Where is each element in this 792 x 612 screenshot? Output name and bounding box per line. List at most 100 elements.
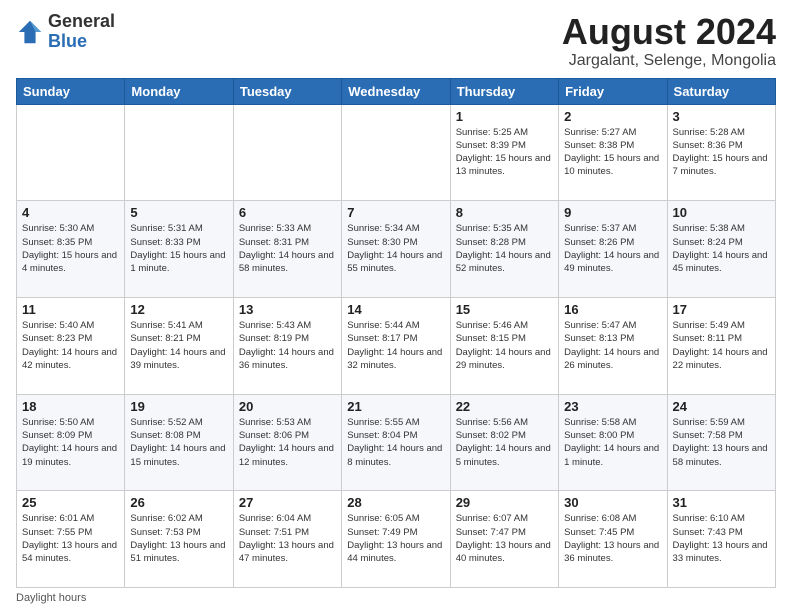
calendar-cell: 26 Sunrise: 6:02 AM Sunset: 7:53 PM Dayli… (125, 491, 233, 588)
day-info: Sunrise: 5:38 AM Sunset: 8:24 PM Dayligh… (673, 222, 770, 275)
day-number: 24 (673, 399, 770, 414)
day-number: 10 (673, 205, 770, 220)
day-info: Sunrise: 5:41 AM Sunset: 8:21 PM Dayligh… (130, 319, 227, 372)
title-block: August 2024 Jargalant, Selenge, Mongolia (562, 12, 776, 70)
calendar-cell: 14 Sunrise: 5:44 AM Sunset: 8:17 PM Dayli… (342, 297, 450, 394)
day-info: Sunrise: 5:46 AM Sunset: 8:15 PM Dayligh… (456, 319, 553, 372)
day-info: Sunrise: 6:10 AM Sunset: 7:43 PM Dayligh… (673, 512, 770, 565)
day-info: Sunrise: 5:30 AM Sunset: 8:35 PM Dayligh… (22, 222, 119, 275)
calendar-cell: 7 Sunrise: 5:34 AM Sunset: 8:30 PM Daylig… (342, 201, 450, 298)
calendar-week-1: 1 Sunrise: 5:25 AM Sunset: 8:39 PM Daylig… (17, 104, 776, 201)
calendar-cell: 12 Sunrise: 5:41 AM Sunset: 8:21 PM Dayli… (125, 297, 233, 394)
weekday-header-saturday: Saturday (667, 78, 775, 104)
calendar-cell (342, 104, 450, 201)
page: General Blue August 2024 Jargalant, Sele… (0, 0, 792, 612)
day-number: 18 (22, 399, 119, 414)
day-number: 19 (130, 399, 227, 414)
day-info: Sunrise: 6:04 AM Sunset: 7:51 PM Dayligh… (239, 512, 336, 565)
day-number: 16 (564, 302, 661, 317)
day-info: Sunrise: 5:52 AM Sunset: 8:08 PM Dayligh… (130, 416, 227, 469)
day-number: 11 (22, 302, 119, 317)
day-info: Sunrise: 5:33 AM Sunset: 8:31 PM Dayligh… (239, 222, 336, 275)
day-info: Sunrise: 5:49 AM Sunset: 8:11 PM Dayligh… (673, 319, 770, 372)
calendar-cell: 9 Sunrise: 5:37 AM Sunset: 8:26 PM Daylig… (559, 201, 667, 298)
day-number: 8 (456, 205, 553, 220)
logo-general: General (48, 12, 115, 32)
day-info: Sunrise: 5:59 AM Sunset: 7:58 PM Dayligh… (673, 416, 770, 469)
calendar-cell: 18Sunrise: 5:50 AM Sunset: 8:09 PM Dayli… (17, 394, 125, 491)
calendar-cell: 17Sunrise: 5:49 AM Sunset: 8:11 PM Dayli… (667, 297, 775, 394)
day-number: 14 (347, 302, 444, 317)
day-info: Sunrise: 5:44 AM Sunset: 8:17 PM Dayligh… (347, 319, 444, 372)
weekday-header-wednesday: Wednesday (342, 78, 450, 104)
day-info: Sunrise: 5:25 AM Sunset: 8:39 PM Dayligh… (456, 126, 553, 179)
day-info: Sunrise: 5:27 AM Sunset: 8:38 PM Dayligh… (564, 126, 661, 179)
weekday-header-row: SundayMondayTuesdayWednesdayThursdayFrid… (17, 78, 776, 104)
weekday-header-friday: Friday (559, 78, 667, 104)
day-number: 30 (564, 495, 661, 510)
day-info: Sunrise: 6:07 AM Sunset: 7:47 PM Dayligh… (456, 512, 553, 565)
calendar-cell: 3Sunrise: 5:28 AM Sunset: 8:36 PM Daylig… (667, 104, 775, 201)
day-info: Sunrise: 6:02 AM Sunset: 7:53 PM Dayligh… (130, 512, 227, 565)
day-info: Sunrise: 6:05 AM Sunset: 7:49 PM Dayligh… (347, 512, 444, 565)
month-year: August 2024 (562, 12, 776, 52)
location: Jargalant, Selenge, Mongolia (562, 52, 776, 70)
calendar-cell: 16 Sunrise: 5:47 AM Sunset: 8:13 PM Dayli… (559, 297, 667, 394)
weekday-header-sunday: Sunday (17, 78, 125, 104)
day-number: 26 (130, 495, 227, 510)
day-info: Sunrise: 5:55 AM Sunset: 8:04 PM Dayligh… (347, 416, 444, 469)
weekday-header-monday: Monday (125, 78, 233, 104)
day-number: 6 (239, 205, 336, 220)
calendar-cell (233, 104, 341, 201)
weekday-header-thursday: Thursday (450, 78, 558, 104)
day-number: 7 (347, 205, 444, 220)
day-number: 4 (22, 205, 119, 220)
day-number: 25 (22, 495, 119, 510)
logo-text: General Blue (48, 12, 115, 52)
calendar-cell: 10 Sunrise: 5:38 AM Sunset: 8:24 PM Dayli… (667, 201, 775, 298)
calendar-week-3: 11 Sunrise: 5:40 AM Sunset: 8:23 PM Dayli… (17, 297, 776, 394)
calendar-cell: 30Sunrise: 6:08 AM Sunset: 7:45 PM Dayli… (559, 491, 667, 588)
day-info: Sunrise: 5:58 AM Sunset: 8:00 PM Dayligh… (564, 416, 661, 469)
day-info: Sunrise: 5:40 AM Sunset: 8:23 PM Dayligh… (22, 319, 119, 372)
calendar-cell: 21 Sunrise: 5:55 AM Sunset: 8:04 PM Dayli… (342, 394, 450, 491)
day-number: 22 (456, 399, 553, 414)
day-number: 5 (130, 205, 227, 220)
logo-icon (16, 18, 44, 46)
calendar-cell: 24 Sunrise: 5:59 AM Sunset: 7:58 PM Dayli… (667, 394, 775, 491)
day-number: 27 (239, 495, 336, 510)
day-number: 13 (239, 302, 336, 317)
day-number: 21 (347, 399, 444, 414)
day-info: Sunrise: 5:34 AM Sunset: 8:30 PM Dayligh… (347, 222, 444, 275)
day-number: 3 (673, 109, 770, 124)
day-number: 2 (564, 109, 661, 124)
calendar-cell: 22 Sunrise: 5:56 AM Sunset: 8:02 PM Dayli… (450, 394, 558, 491)
daylight-label: Daylight hours (16, 592, 86, 604)
day-number: 12 (130, 302, 227, 317)
calendar-cell (125, 104, 233, 201)
footer: Daylight hours (16, 592, 776, 604)
calendar-cell: 2 Sunrise: 5:27 AM Sunset: 8:38 PM Daylig… (559, 104, 667, 201)
day-number: 29 (456, 495, 553, 510)
calendar-cell: 19 Sunrise: 5:52 AM Sunset: 8:08 PM Dayli… (125, 394, 233, 491)
day-info: Sunrise: 5:56 AM Sunset: 8:02 PM Dayligh… (456, 416, 553, 469)
calendar-cell (17, 104, 125, 201)
day-info: Sunrise: 5:31 AM Sunset: 8:33 PM Dayligh… (130, 222, 227, 275)
weekday-header-tuesday: Tuesday (233, 78, 341, 104)
day-number: 1 (456, 109, 553, 124)
calendar-table: SundayMondayTuesdayWednesdayThursdayFrid… (16, 78, 776, 588)
calendar-week-4: 18Sunrise: 5:50 AM Sunset: 8:09 PM Dayli… (17, 394, 776, 491)
calendar-cell: 4 Sunrise: 5:30 AM Sunset: 8:35 PM Daylig… (17, 201, 125, 298)
day-info: Sunrise: 5:47 AM Sunset: 8:13 PM Dayligh… (564, 319, 661, 372)
day-number: 15 (456, 302, 553, 317)
calendar-cell: 6 Sunrise: 5:33 AM Sunset: 8:31 PM Daylig… (233, 201, 341, 298)
calendar-week-5: 25Sunrise: 6:01 AM Sunset: 7:55 PM Dayli… (17, 491, 776, 588)
day-number: 9 (564, 205, 661, 220)
day-number: 31 (673, 495, 770, 510)
day-info: Sunrise: 5:37 AM Sunset: 8:26 PM Dayligh… (564, 222, 661, 275)
day-info: Sunrise: 5:35 AM Sunset: 8:28 PM Dayligh… (456, 222, 553, 275)
day-number: 20 (239, 399, 336, 414)
day-number: 23 (564, 399, 661, 414)
calendar-cell: 28Sunrise: 6:05 AM Sunset: 7:49 PM Dayli… (342, 491, 450, 588)
calendar-cell: 27 Sunrise: 6:04 AM Sunset: 7:51 PM Dayli… (233, 491, 341, 588)
